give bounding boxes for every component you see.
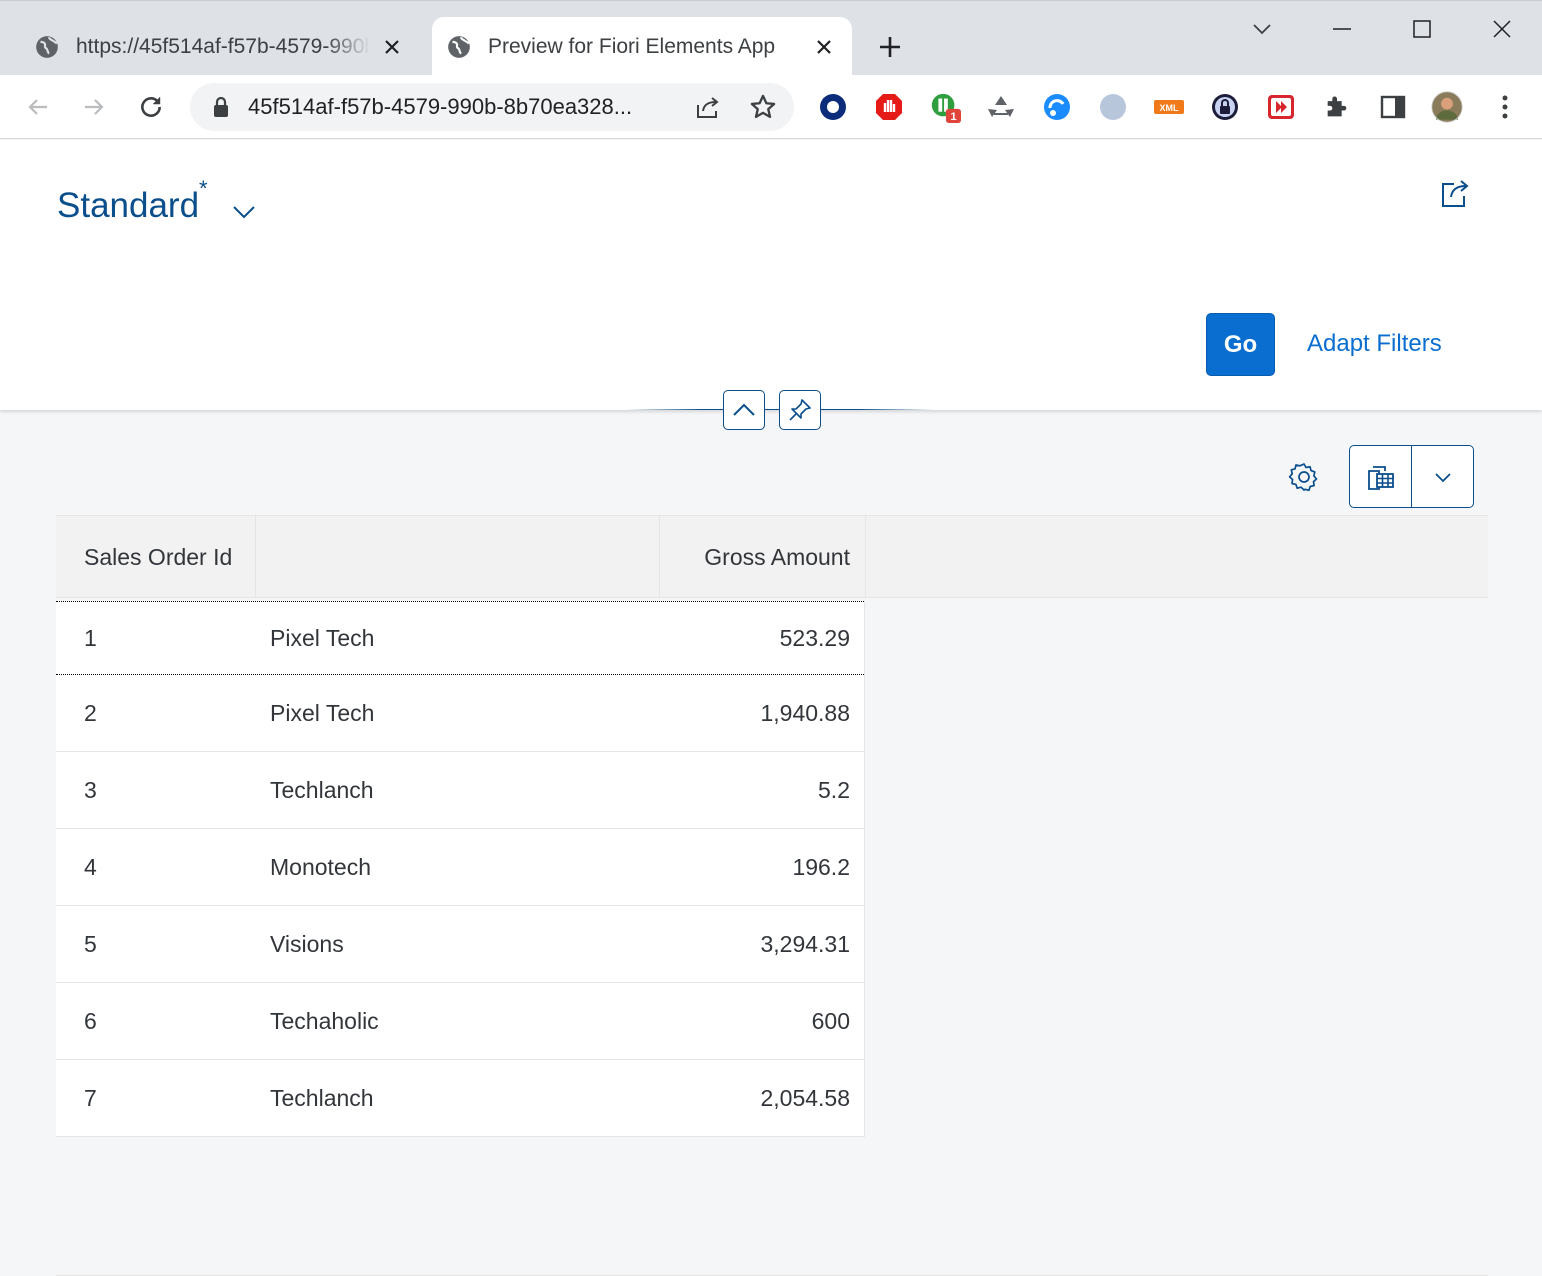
cell-gross-amount: 2,054.58 (760, 1084, 850, 1111)
recycle-icon[interactable] (985, 91, 1017, 123)
gear-icon (1288, 463, 1318, 492)
extensions-puzzle-icon[interactable] (1321, 91, 1353, 123)
cell-customer-name: Visions (270, 930, 344, 957)
minimize-button[interactable] (1324, 11, 1360, 47)
table-body: 1 Pixel Tech 523.29 2 Pixel Tech 1,940.8… (56, 601, 865, 1137)
extension-moon-icon[interactable] (1097, 91, 1129, 123)
globe-icon (36, 35, 58, 58)
close-tab-icon[interactable] (812, 35, 836, 59)
svg-text:XML: XML (1160, 103, 1180, 113)
xml-viewer-icon[interactable]: XML (1153, 91, 1185, 123)
maximize-icon (1413, 20, 1431, 38)
export-split-button (1349, 445, 1474, 508)
cell-customer-name: Techaholic (270, 1007, 379, 1034)
close-window-button[interactable] (1484, 11, 1520, 47)
cell-gross-amount: 5.2 (818, 776, 850, 803)
cell-sales-order-id: 6 (84, 1007, 97, 1034)
column-header-gross-amount[interactable]: Gross Amount (660, 516, 866, 598)
address-bar[interactable]: 45f514af-f57b-4579-990b-8b70ea328... (190, 83, 794, 131)
table-row[interactable]: 2 Pixel Tech 1,940.88 (56, 675, 864, 752)
cell-sales-order-id: 5 (84, 930, 97, 957)
forward-button[interactable] (76, 89, 112, 125)
browser-toolbar: 45f514af-f57b-4579-990b-8b70ea328... 1 X… (0, 75, 1542, 139)
url-text: 45f514af-f57b-4579-990b-8b70ea328... (248, 94, 633, 119)
plus-icon (880, 37, 900, 57)
browser-menu-icon[interactable] (1489, 91, 1521, 123)
table-row[interactable]: 1 Pixel Tech 523.29 (56, 601, 864, 675)
arrow-right-icon (85, 99, 104, 115)
close-icon (1493, 20, 1511, 38)
variant-chevron-down-icon[interactable] (231, 204, 257, 225)
reload-icon (141, 97, 161, 117)
cell-customer-name: Pixel Tech (270, 624, 375, 651)
fiori-app: Standard * Go Adapt Filters Sales Order … (0, 140, 1542, 1276)
cell-gross-amount: 1,940.88 (760, 699, 850, 726)
share-page-icon[interactable] (694, 93, 722, 121)
maximize-button[interactable] (1404, 11, 1440, 47)
reload-button[interactable] (133, 89, 169, 125)
share-icon[interactable] (1438, 176, 1472, 215)
cell-gross-amount: 3,294.31 (760, 930, 850, 957)
table-row[interactable]: 3 Techlanch 5.2 (56, 752, 864, 829)
cell-customer-name: Pixel Tech (270, 699, 375, 726)
extension-blue-swirl-icon[interactable] (1041, 91, 1073, 123)
extension-1-icon[interactable] (817, 91, 849, 123)
cell-sales-order-id: 7 (84, 1084, 97, 1111)
side-panel-icon[interactable] (1377, 91, 1409, 123)
globe-icon (448, 35, 470, 58)
lock-icon (214, 96, 228, 117)
profile-avatar[interactable] (1431, 91, 1463, 123)
browser-tab-1[interactable]: https://45f514af-f57b-4579-990b-8b70ea32… (20, 17, 420, 76)
export-options-button[interactable] (1412, 446, 1473, 507)
table-row[interactable]: 6 Techaholic 600 (56, 983, 864, 1060)
cell-gross-amount: 523.29 (779, 624, 850, 651)
export-to-spreadsheet-button[interactable] (1350, 446, 1412, 507)
table-row[interactable]: 5 Visions 3,294.31 (56, 906, 864, 983)
new-tab-button[interactable] (872, 29, 908, 65)
tab-search-button[interactable] (1244, 11, 1280, 47)
adblock-icon[interactable] (873, 91, 905, 123)
close-tab-icon[interactable] (380, 35, 404, 59)
cell-sales-order-id: 4 (84, 853, 97, 880)
tab-title: Preview for Fiori Elements App (488, 34, 776, 58)
back-button[interactable] (20, 89, 56, 125)
extension-green-icon[interactable]: 1 (929, 91, 961, 123)
tab-title: https://45f514af-f57b-4579-990b-8b70ea32… (76, 34, 370, 58)
column-header-sales-order-id[interactable]: Sales Order Id (56, 516, 256, 598)
password-lock-icon[interactable] (1209, 91, 1241, 123)
filter-bar-header: Standard * Go Adapt Filters (0, 140, 1542, 410)
cell-customer-name: Techlanch (270, 776, 374, 803)
chevron-up-icon (733, 403, 755, 416)
column-header-name[interactable] (256, 516, 660, 598)
extension-badge-count: 1 (950, 111, 956, 123)
cell-sales-order-id: 1 (84, 624, 97, 651)
cell-sales-order-id: 2 (84, 699, 97, 726)
chevron-down-icon (1253, 24, 1271, 35)
table-settings-button[interactable] (1285, 458, 1323, 496)
pin-header-button[interactable] (779, 390, 821, 430)
adapt-filters-link[interactable]: Adapt Filters (1307, 330, 1442, 358)
browser-tabstrip: https://45f514af-f57b-4579-990b-8b70ea32… (0, 0, 1542, 76)
table-row[interactable]: 4 Monotech 196.2 (56, 829, 864, 906)
variant-title[interactable]: Standard (57, 186, 199, 226)
excel-export-icon (1367, 465, 1394, 490)
pin-icon (789, 399, 811, 421)
go-button[interactable]: Go (1206, 313, 1275, 376)
arrow-left-icon (28, 99, 47, 115)
cell-gross-amount: 600 (811, 1007, 850, 1034)
browser-tab-2[interactable]: Preview for Fiori Elements App (432, 17, 852, 76)
table-row[interactable]: 7 Techlanch 2,054.58 (56, 1060, 864, 1137)
collapse-header-button[interactable] (723, 390, 765, 430)
cell-sales-order-id: 3 (84, 776, 97, 803)
minimize-icon (1333, 28, 1351, 30)
bookmark-star-icon[interactable] (749, 93, 777, 121)
chevron-down-icon (1434, 472, 1451, 482)
table-header: Sales Order Id Gross Amount (56, 515, 1488, 598)
variant-modified-marker: * (199, 176, 208, 201)
cell-customer-name: Techlanch (270, 1084, 374, 1111)
media-extension-icon[interactable] (1265, 91, 1297, 123)
cell-gross-amount: 196.2 (792, 853, 850, 880)
cell-customer-name: Monotech (270, 853, 372, 880)
